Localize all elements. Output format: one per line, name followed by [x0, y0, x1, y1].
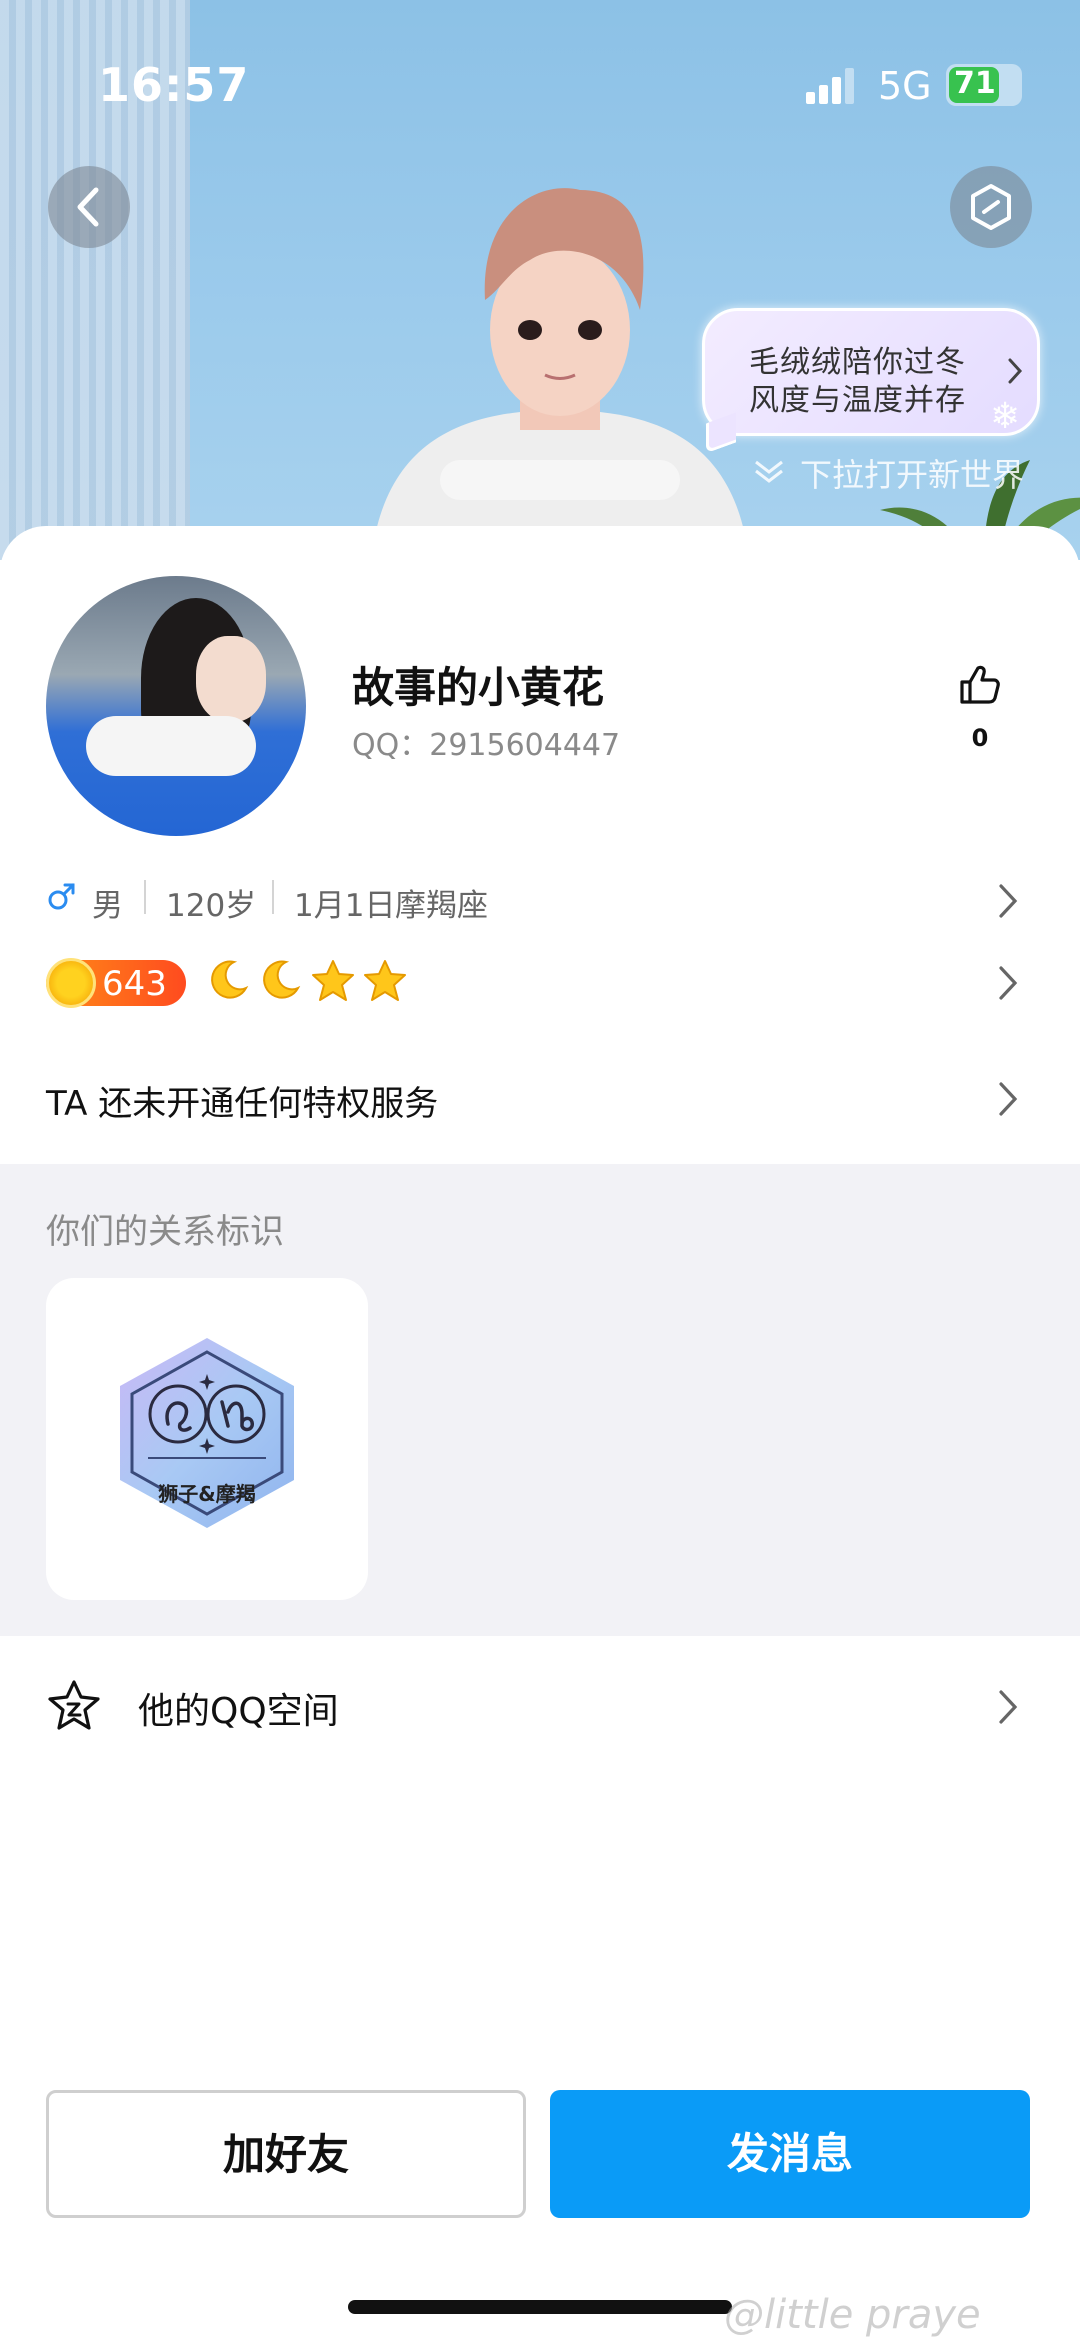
relation-title: 你们的关系标识 [46, 1212, 284, 1252]
chevron-right-icon [999, 966, 1018, 1000]
battery-icon: 71 [946, 64, 1022, 106]
gender-text: 男 [92, 888, 123, 924]
qzone-star-icon [48, 1680, 100, 1730]
male-icon [48, 883, 75, 910]
qzone-label: 他的QQ空间 [138, 1691, 339, 1732]
nickname: 故事的小黄花 [352, 663, 605, 712]
like-count: 0 [971, 724, 989, 752]
watermark-text: @little praye [724, 2292, 981, 2338]
basic-info-row[interactable]: 男 120岁 1月1日 摩羯座 [0, 870, 1080, 930]
status-time: 16:57 [98, 58, 250, 112]
network-type: 5G [878, 64, 932, 108]
status-bar: 16:57 5G 71 [0, 0, 1080, 170]
battery-percent: 71 [954, 66, 996, 101]
relation-badge-card[interactable]: 狮子&摩羯 [46, 1278, 368, 1600]
chevron-right-icon [999, 884, 1018, 918]
thumbs-up-icon[interactable] [956, 660, 1004, 708]
snowflake-icon: ❄ [990, 396, 1021, 437]
hexagon-icon [971, 184, 1011, 230]
qq-number: QQ：2915604447 [352, 728, 621, 763]
qzone-row[interactable]: 他的QQ空间 [0, 1672, 1080, 1742]
privilege-text: TA 还未开通任何特权服务 [46, 1084, 439, 1124]
zodiac-text: 摩羯座 [395, 888, 488, 924]
level-row[interactable]: 643 [0, 952, 1080, 1022]
profile-hero-banner[interactable]: 16:57 5G 71 毛绒绒陪你过冬 风度与温度并存 ❄ 下拉打开新世界 [0, 0, 1080, 560]
chevron-right-icon [999, 1082, 1018, 1116]
moon-icon [211, 960, 249, 999]
bubble-line-2: 风度与温度并存 [749, 383, 966, 418]
back-button[interactable] [48, 166, 130, 248]
age-text: 120岁 [166, 888, 257, 924]
world-switch-button[interactable] [950, 166, 1032, 248]
level-badge: 643 [46, 958, 186, 1008]
double-chevron-down-icon [755, 460, 783, 483]
chevron-left-icon [77, 187, 99, 227]
divider [272, 880, 274, 914]
birthday-text: 1月1日 [294, 888, 396, 924]
add-friend-button[interactable]: 加好友 [46, 2090, 526, 2218]
star-icon [312, 960, 354, 1001]
relation-badge-label: 狮子&摩羯 [158, 1482, 256, 1506]
pull-down-hint: 下拉打开新世界 [800, 456, 1025, 494]
profile-avatar[interactable] [46, 576, 306, 836]
signal-icon [806, 68, 854, 104]
level-number: 643 [102, 964, 167, 1004]
star-icon [364, 960, 406, 1001]
home-indicator[interactable] [348, 2300, 732, 2314]
chevron-right-icon [999, 1690, 1018, 1724]
privilege-row[interactable]: TA 还未开通任何特权服务 [0, 1070, 1080, 1130]
relation-section: 你们的关系标识 狮子&摩羯 [0, 1164, 1080, 1636]
sun-icon [46, 958, 96, 1008]
send-message-button[interactable]: 发消息 [550, 2090, 1030, 2218]
chevron-right-icon [1008, 358, 1023, 384]
divider [144, 880, 146, 914]
moon-icon [263, 960, 301, 999]
